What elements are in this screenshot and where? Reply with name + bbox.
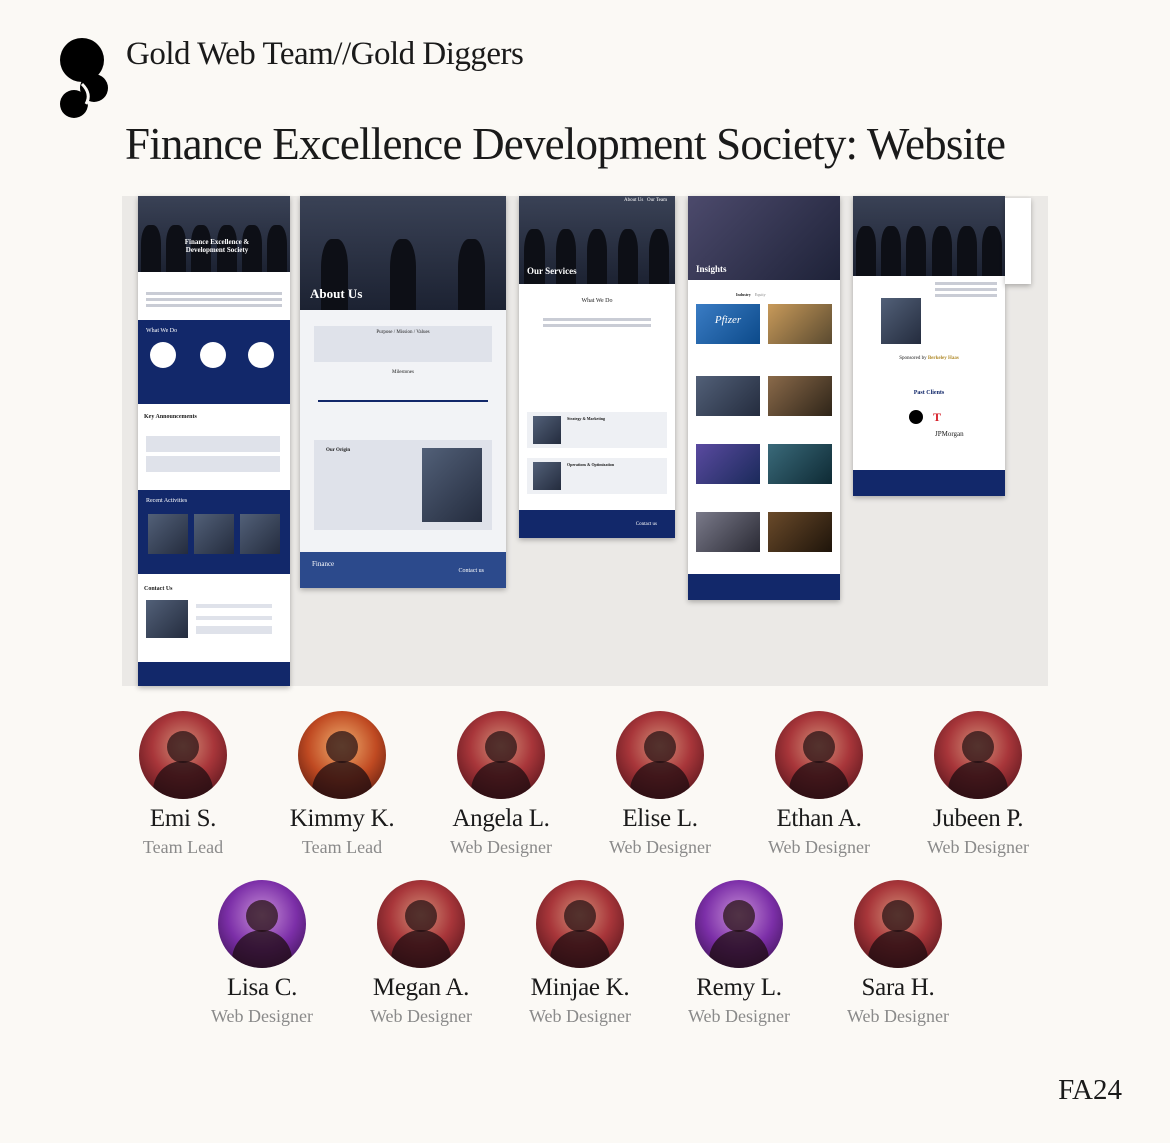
project-title: Finance Excellence Development Society: … xyxy=(125,119,1006,169)
member-role: Web Designer xyxy=(369,1006,472,1026)
team-title: Gold Web Team//Gold Diggers xyxy=(126,36,524,72)
member-card: Lisa C. Web Designer xyxy=(172,880,352,1027)
member-role: Web Designer xyxy=(449,837,552,857)
member-name: Angela L. xyxy=(452,805,550,832)
member-role: Web Designer xyxy=(846,1006,949,1026)
member-avatar xyxy=(377,880,465,968)
about-contact: Contact us xyxy=(458,568,485,574)
member-name: Kimmy K. xyxy=(289,805,395,832)
season-label: FA24 xyxy=(1058,1074,1122,1106)
home-recent-activities: Recent Activities xyxy=(146,498,188,504)
member-avatar xyxy=(775,711,863,799)
insights-tab-equity[interactable]: Equity xyxy=(755,292,766,297)
member-avatar xyxy=(536,880,624,968)
team-logo-icon xyxy=(60,38,108,118)
insights-tab-industry[interactable]: Industry xyxy=(736,292,751,297)
about-hero-title: About Us xyxy=(310,286,363,301)
member-name: Elise L. xyxy=(622,805,698,832)
member-name: Ethan A. xyxy=(776,805,862,832)
member-role: Team Lead xyxy=(301,837,383,857)
member-name: Emi S. xyxy=(149,805,217,832)
mockup-insights: Insights Industry Equity Pfizer xyxy=(688,196,840,600)
member-avatar xyxy=(934,711,1022,799)
member-avatar xyxy=(298,711,386,799)
clients-jpmorgan: JPMorgan xyxy=(935,430,964,438)
member-role: Web Designer xyxy=(210,1006,313,1026)
member-card: Emi S. Team Lead xyxy=(93,711,273,858)
clients-past: Past Clients xyxy=(913,390,945,396)
services-what-we-do: What We Do xyxy=(581,298,613,304)
about-origin: Our Origin xyxy=(326,448,351,453)
mockup-clients: Sponsored by Berkeley Haas Past Clients … xyxy=(853,196,1005,496)
member-avatar xyxy=(854,880,942,968)
member-avatar xyxy=(695,880,783,968)
services-nav-about[interactable]: About Us xyxy=(624,198,643,203)
about-brand: Finance xyxy=(312,560,335,568)
clients-sponsor: Berkeley Haas xyxy=(927,356,959,361)
member-name: Remy L. xyxy=(696,974,782,1001)
insights-pfizer: Pfizer xyxy=(714,314,742,326)
website-showcase: Finance Excellence & Development Society… xyxy=(122,196,1048,686)
mockup-home: Finance Excellence & Development Society… xyxy=(138,196,290,686)
mockup-extra xyxy=(1005,198,1031,284)
home-contact-us: Contact Us xyxy=(144,586,173,592)
member-role: Web Designer xyxy=(926,837,1029,857)
member-avatar xyxy=(218,880,306,968)
map-icon xyxy=(200,342,226,368)
clients-sponsor-label: Sponsored by xyxy=(899,356,927,361)
home-key-announcements: Key Announcements xyxy=(144,414,197,420)
member-role: Team Lead xyxy=(142,837,224,857)
member-avatar xyxy=(616,711,704,799)
insights-hero-title: Insights xyxy=(696,264,727,274)
member-avatar xyxy=(457,711,545,799)
member-name: Megan A. xyxy=(372,974,470,1001)
member-card: Jubeen P. Web Designer xyxy=(888,711,1068,858)
member-card: Remy L. Web Designer xyxy=(649,880,829,1027)
member-card: Elise L. Web Designer xyxy=(570,711,750,858)
home-hero-title: Finance Excellence & Development Society xyxy=(184,238,250,254)
member-role: Web Designer xyxy=(767,837,870,857)
bulb-icon xyxy=(150,342,176,368)
member-role: Web Designer xyxy=(528,1006,631,1026)
services-nav-team[interactable]: Our Team xyxy=(647,198,667,203)
mockup-about: About Us Purpose / Mission / Values Mile… xyxy=(300,196,506,588)
chart-icon xyxy=(248,342,274,368)
tesla-logo-icon: T xyxy=(933,410,942,424)
about-purpose: Purpose / Mission / Values xyxy=(376,330,430,335)
member-card: Ethan A. Web Designer xyxy=(729,711,909,858)
member-name: Sara H. xyxy=(861,974,935,1001)
apple-logo-icon xyxy=(909,410,923,424)
about-milestones: Milestones xyxy=(392,370,414,375)
member-name: Minjae K. xyxy=(530,974,630,1001)
member-card: Sara H. Web Designer xyxy=(808,880,988,1027)
member-card: Minjae K. Web Designer xyxy=(490,880,670,1027)
member-name: Jubeen P. xyxy=(932,805,1024,832)
member-role: Web Designer xyxy=(608,837,711,857)
member-role: Web Designer xyxy=(687,1006,790,1026)
services-operations: Operations & Optimization xyxy=(567,462,615,467)
member-avatar xyxy=(139,711,227,799)
services-contact: Contact us xyxy=(635,522,657,527)
member-card: Angela L. Web Designer xyxy=(411,711,591,858)
member-card: Kimmy K. Team Lead xyxy=(252,711,432,858)
member-card: Megan A. Web Designer xyxy=(331,880,511,1027)
services-hero-title: Our Services xyxy=(527,266,577,276)
home-what-we-do: What We Do xyxy=(146,328,178,334)
mockup-services: About Us Our Team Our Services What We D… xyxy=(519,196,675,538)
services-strategy: Strategy & Marketing xyxy=(567,416,605,421)
member-name: Lisa C. xyxy=(226,974,298,1001)
